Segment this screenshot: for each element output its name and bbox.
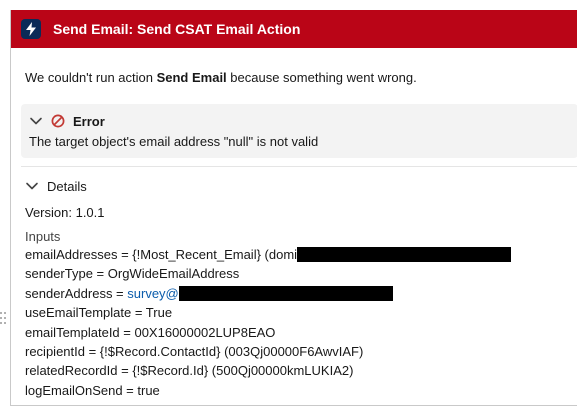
input-related-record-id: relatedRecordId = {!$Record.Id} (500Qj00…: [25, 363, 354, 379]
card-title: Send Email: Send CSAT Email Action: [53, 21, 301, 37]
sender-address-link[interactable]: survey@: [127, 286, 179, 301]
error-summary: We couldn't run action Send Email becaus…: [25, 70, 417, 85]
input-use-email-template: useEmailTemplate = True: [25, 305, 173, 321]
input-sender-address: senderAddress = survey@: [25, 286, 563, 305]
error-card: Send Email: Send CSAT Email Action We co…: [10, 10, 577, 406]
inputs-label: Inputs: [25, 229, 61, 244]
lightning-bolt-icon: [21, 19, 41, 39]
card-header: Send Email: Send CSAT Email Action: [11, 10, 577, 48]
input-recipient-id: recipientId = {!$Record.ContactId} (003Q…: [25, 343, 364, 359]
details-toggle[interactable]: Details: [25, 177, 563, 195]
error-title[interactable]: Error: [73, 114, 105, 129]
input-sender-type: senderType = OrgWideEmailAddress: [25, 266, 240, 282]
version-label: Version: 1.0.1: [25, 205, 105, 220]
details-section: Details Version: 1.0.1 Inputs emailAddre…: [11, 167, 577, 402]
redaction-bar: [297, 247, 512, 263]
input-email-template-id: emailTemplateId = 00X16000002LUP8EAO: [25, 324, 276, 340]
input-log-email-on-send: logEmailOnSend = true: [25, 382, 160, 398]
input-email-addresses: emailAddresses = {!Most_Recent_Email} (d…: [25, 247, 563, 266]
chevron-down-icon[interactable]: [25, 179, 39, 193]
drag-handle-icon[interactable]: [0, 312, 6, 326]
details-title[interactable]: Details: [47, 179, 87, 194]
error-message: The target object's email address "null"…: [29, 134, 319, 149]
action-name: Send Email: [156, 70, 227, 85]
error-section: Error The target object's email address …: [21, 104, 577, 158]
redaction-bar: [178, 285, 393, 301]
page: Send Email: Send CSAT Email Action We co…: [0, 0, 577, 413]
error-ban-icon: [51, 114, 65, 128]
chevron-down-icon[interactable]: [29, 114, 43, 128]
